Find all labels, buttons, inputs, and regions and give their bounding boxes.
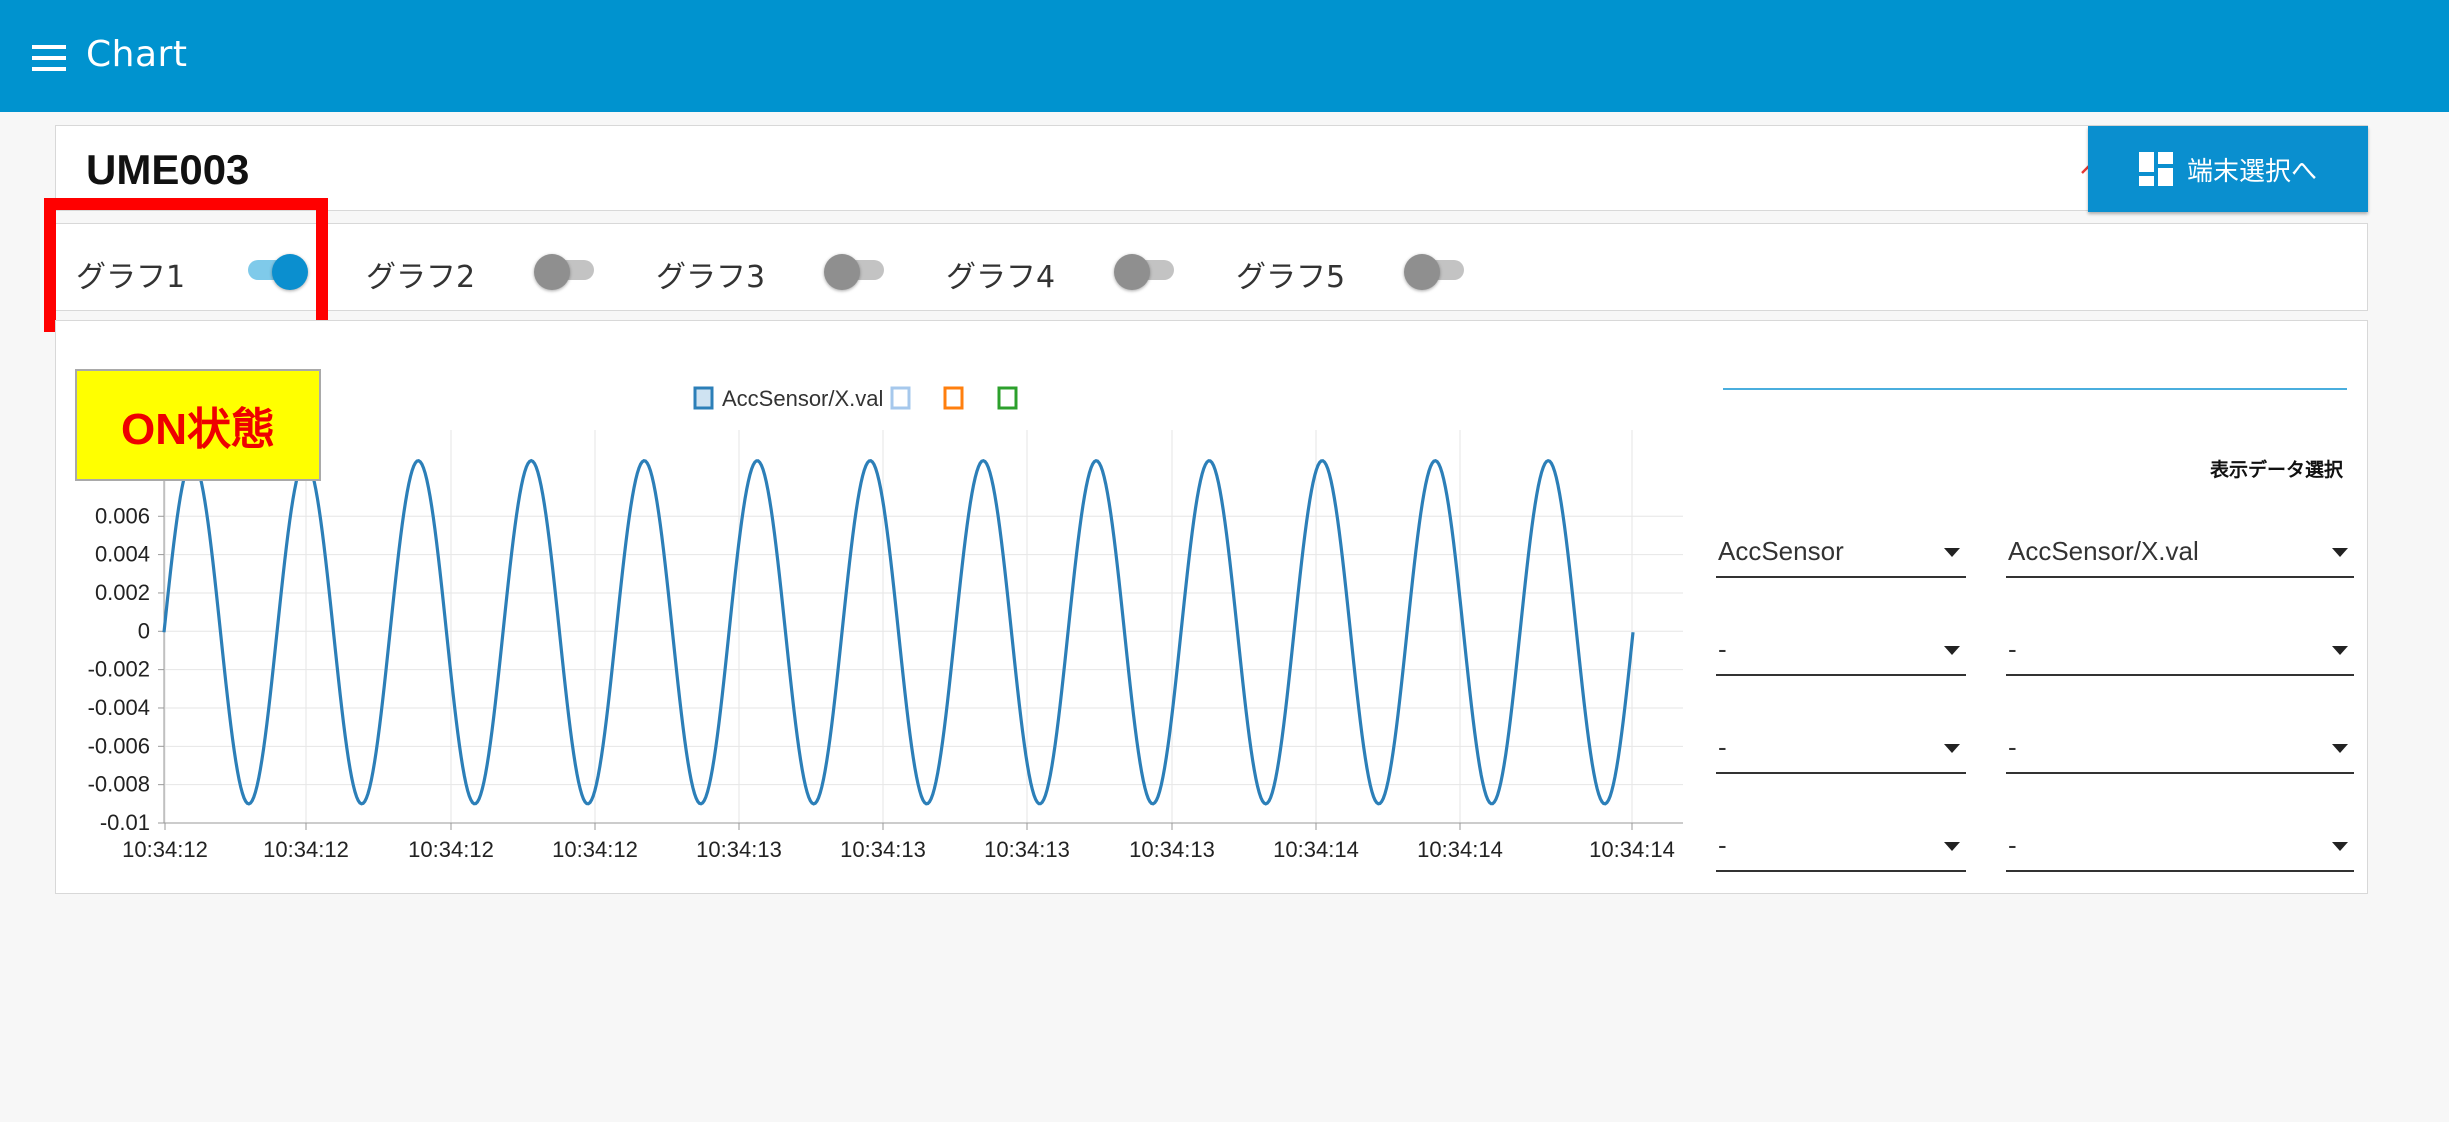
- dropdown-arrow-icon: [1944, 646, 1960, 655]
- data-select-value: -: [1718, 634, 1727, 664]
- series-line-accsensor-x: [162, 458, 1635, 806]
- graph-toggle-switch[interactable]: [824, 254, 888, 290]
- dashboard-icon: [2138, 152, 2173, 186]
- graph-toggle-label: グラフ5: [1236, 260, 1346, 295]
- graph-toggle-label: グラフ1: [76, 260, 186, 295]
- x-tick-label: 10:34:12: [408, 837, 494, 862]
- x-tick-label: 10:34:12: [552, 837, 638, 862]
- x-tick-label: 10:34:13: [840, 837, 926, 862]
- y-tick-label: 0.002: [95, 580, 150, 605]
- graph-toggle-label: グラフ2: [366, 260, 476, 295]
- y-tick-label: 0.006: [95, 503, 150, 528]
- data-select-right[interactable]: -: [2006, 828, 2354, 872]
- x-tick-label: 10:34:13: [984, 837, 1070, 862]
- y-tick-label: -0.006: [88, 733, 150, 758]
- display-data-caption: 表示データ選択: [2210, 459, 2344, 481]
- dropdown-arrow-icon: [2332, 744, 2348, 753]
- graph-toggle-switch[interactable]: [1114, 254, 1178, 290]
- graph-toggle-switch[interactable]: [1404, 254, 1468, 290]
- data-select-left[interactable]: -: [1716, 730, 1966, 774]
- data-select-right[interactable]: -: [2006, 730, 2354, 774]
- dropdown-arrow-icon: [2332, 646, 2348, 655]
- y-tick-label: 0: [138, 618, 150, 643]
- legend-swatch: [997, 386, 1018, 410]
- legend-swatch: [693, 386, 714, 410]
- legend-swatch: [943, 386, 964, 410]
- data-select-value: AccSensor/X.val: [2008, 536, 2199, 566]
- graph-toggle-switch[interactable]: [534, 254, 598, 290]
- side-panel-divider: [1723, 388, 2347, 390]
- legend-label: AccSensor/X.val: [722, 386, 883, 411]
- device-select-label: 端末選択へ: [2186, 156, 2317, 187]
- x-tick-label: 10:34:14: [1273, 837, 1359, 862]
- dropdown-arrow-icon: [1944, 744, 1960, 753]
- y-tick-label: -0.008: [88, 772, 150, 797]
- graph-toggle-label: グラフ3: [656, 260, 766, 295]
- data-select-value: -: [2008, 830, 2017, 860]
- x-tick-label: 10:34:14: [1589, 837, 1675, 862]
- dropdown-arrow-icon: [1944, 842, 1960, 851]
- dropdown-arrow-icon: [2332, 842, 2348, 851]
- data-select-value: -: [2008, 732, 2017, 762]
- x-tick-label: 10:34:13: [1129, 837, 1215, 862]
- y-tick-label: -0.004: [88, 695, 150, 720]
- data-select-value: AccSensor: [1718, 536, 1844, 566]
- data-select-value: -: [1718, 732, 1727, 762]
- device-header: UME003: [55, 125, 2368, 211]
- legend-swatch: [890, 386, 911, 410]
- device-name: UME003: [86, 146, 250, 193]
- data-select-left[interactable]: -: [1716, 828, 1966, 872]
- device-select-button[interactable]: 端末選択へ: [2088, 126, 2368, 212]
- graph-toggle-switch[interactable]: [244, 254, 308, 290]
- dropdown-arrow-icon: [1944, 548, 1960, 557]
- menu-icon[interactable]: [32, 45, 66, 71]
- y-tick-label: -0.002: [88, 657, 150, 682]
- x-tick-label: 10:34:13: [696, 837, 782, 862]
- y-tick-label: -0.01: [100, 810, 150, 835]
- data-select-left[interactable]: -: [1716, 632, 1966, 676]
- graph-toggle-label: グラフ4: [946, 260, 1056, 295]
- app-title: Chart: [86, 34, 188, 75]
- x-tick-label: 10:34:14: [1417, 837, 1503, 862]
- data-select-value: -: [2008, 634, 2017, 664]
- data-select-left[interactable]: AccSensor: [1716, 534, 1966, 578]
- graph-toggle-bar: グラフ1 グラフ2 グラフ3 グラフ4 グラフ5: [55, 223, 2368, 311]
- y-tick-label: 0.004: [95, 542, 150, 567]
- data-select-right[interactable]: -: [2006, 632, 2354, 676]
- x-tick-label: 10:34:12: [122, 837, 208, 862]
- on-state-annotation: ON状態: [75, 369, 321, 481]
- data-select-right[interactable]: AccSensor/X.val: [2006, 534, 2354, 578]
- data-select-value: -: [1718, 830, 1727, 860]
- app-bar: Chart: [0, 0, 2449, 112]
- x-tick-label: 10:34:12: [263, 837, 349, 862]
- dropdown-arrow-icon: [2332, 548, 2348, 557]
